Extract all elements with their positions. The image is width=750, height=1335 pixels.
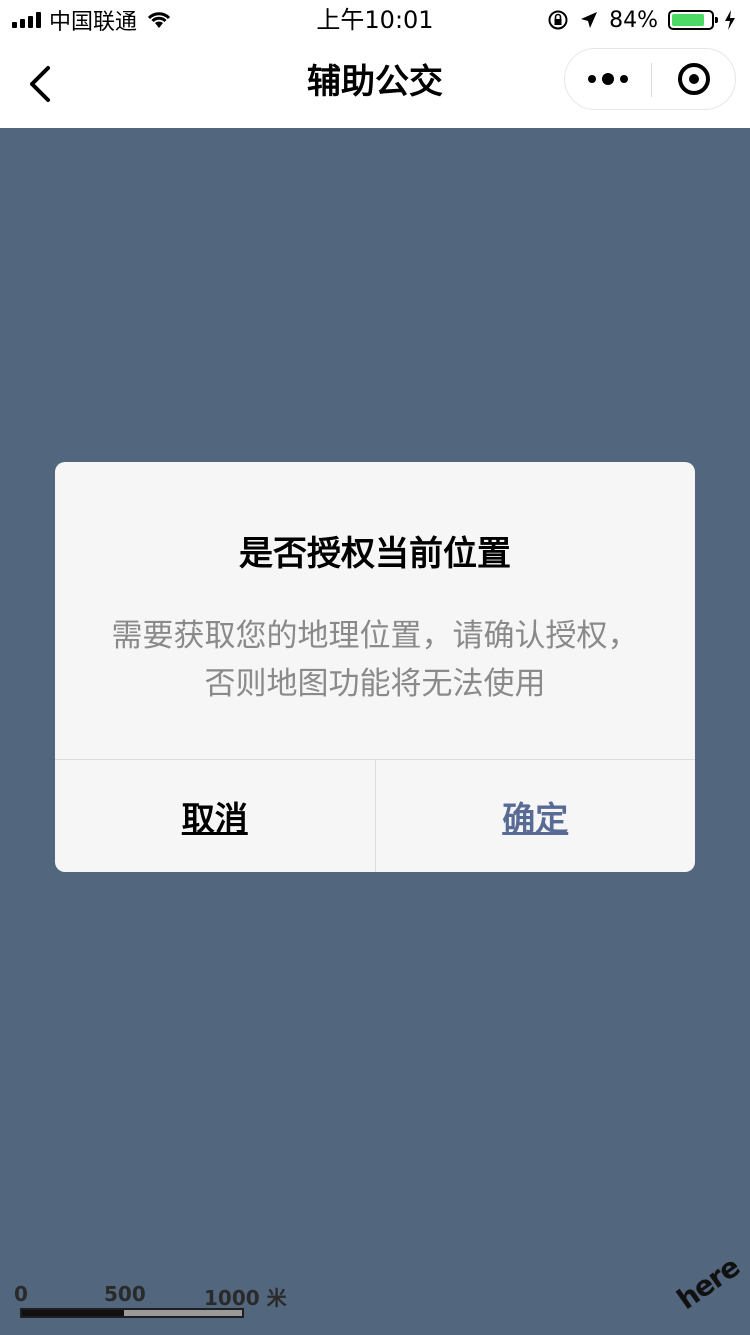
confirm-button[interactable]: 确定	[376, 760, 696, 872]
more-icon[interactable]	[565, 49, 651, 109]
battery-icon	[668, 10, 718, 30]
scale-label-0: 0	[14, 1282, 28, 1306]
scale-bar	[20, 1308, 244, 1318]
battery-fill	[672, 14, 704, 26]
location-permission-dialog: 是否授权当前位置 需要获取您的地理位置，请确认授权，否则地图功能将无法使用 取消…	[55, 462, 695, 872]
status-right: 84%	[547, 6, 736, 34]
mini-program-capsule	[564, 48, 736, 110]
dialog-buttons: 取消 确定	[55, 759, 695, 872]
close-target-icon[interactable]	[651, 49, 737, 109]
dialog-message: 需要获取您的地理位置，请确认授权，否则地图功能将无法使用	[111, 618, 639, 702]
scale-label-500: 500	[104, 1282, 146, 1306]
scale-labels: 0 500 1000 米	[14, 1282, 294, 1310]
nav-bar: 辅助公交	[0, 40, 750, 128]
scale-label-1000: 1000 米	[204, 1286, 287, 1310]
charging-icon	[725, 10, 735, 30]
dialog-title: 是否授权当前位置	[239, 534, 511, 574]
location-icon	[581, 12, 598, 28]
orientation-lock-icon	[548, 10, 568, 30]
map-scale: 0 500 1000 米	[14, 1282, 294, 1322]
status-bar: 中国联通 上午10:01 84%	[0, 0, 750, 40]
cancel-button[interactable]: 取消	[55, 760, 376, 872]
battery-percent: 84%	[609, 7, 658, 33]
